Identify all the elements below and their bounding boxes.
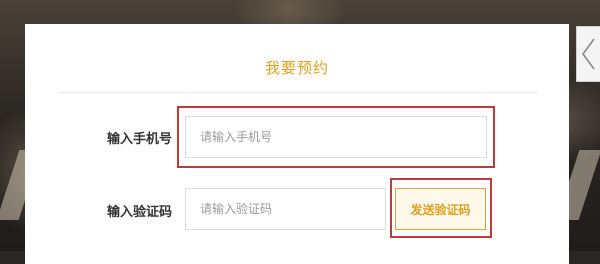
dialog-title: 我要预约 [264, 59, 329, 77]
verification-code-input[interactable] [185, 188, 386, 230]
phone-input[interactable] [185, 116, 487, 158]
reservation-dialog: 我要预约 输入手机号 输入验证码 发送验证码 [25, 24, 569, 264]
phone-label: 输入手机号 [107, 132, 173, 147]
title-divider [60, 92, 538, 93]
send-code-button[interactable]: 发送验证码 [395, 188, 486, 230]
code-label: 输入验证码 [107, 205, 173, 220]
side-arrow-button[interactable] [576, 26, 600, 82]
chevron-left-icon [582, 38, 595, 70]
